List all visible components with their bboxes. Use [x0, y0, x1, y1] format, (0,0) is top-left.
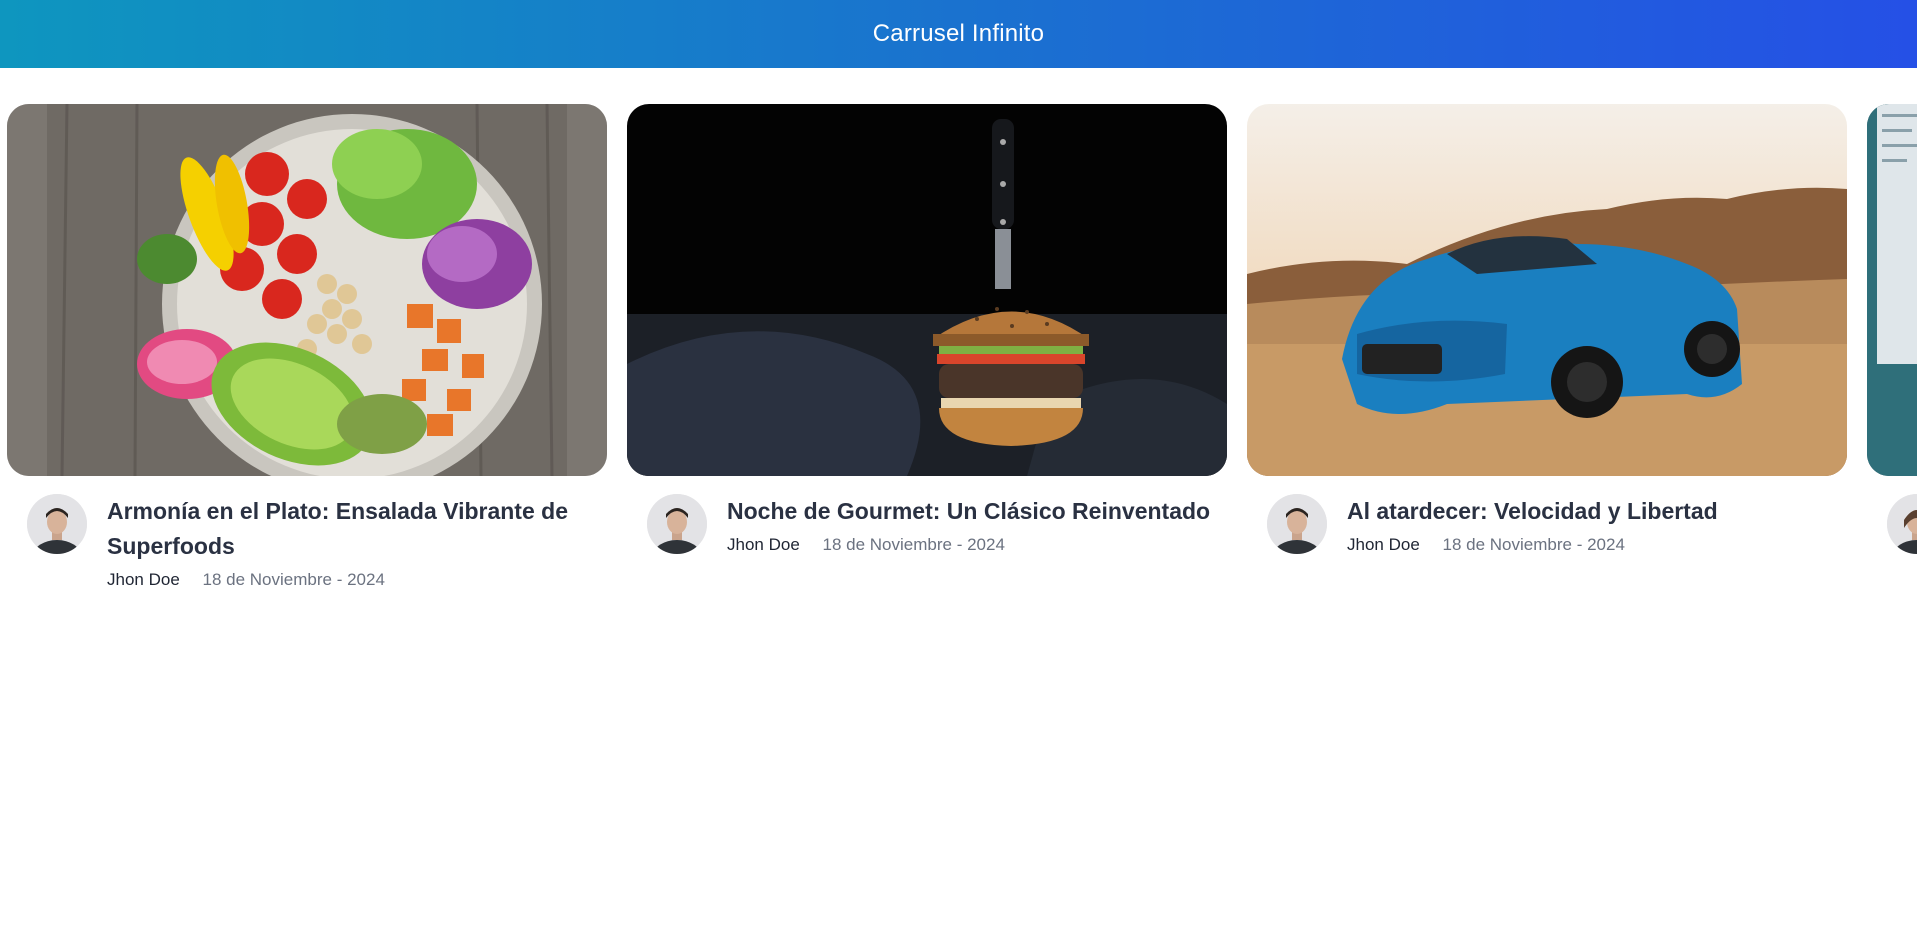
card-author: Jhon Doe — [1347, 535, 1420, 554]
card-title[interactable]: Armonía en el Plato: Ensalada Vibrante d… — [107, 494, 597, 564]
card-date: 18 de Noviembre - 2024 — [822, 535, 1005, 554]
author-avatar — [647, 494, 707, 554]
card-image-burger[interactable] — [627, 104, 1227, 476]
card-author: Jhon Doe — [107, 570, 180, 589]
carousel-track[interactable]: Armonía en el Plato: Ensalada Vibrante d… — [7, 104, 1917, 624]
card-meta: Armonía en el Plato: Ensalada Vibrante d… — [7, 494, 607, 590]
header-bar: Carrusel Infinito — [0, 0, 1917, 68]
author-avatar — [1267, 494, 1327, 554]
author-avatar — [27, 494, 87, 554]
carousel-card[interactable]: Armonía en el Plato: Ensalada Vibrante d… — [7, 104, 607, 590]
card-title[interactable]: Al atardecer: Velocidad y Libertad — [1347, 494, 1837, 529]
carousel-card[interactable]: Al atardecer: Velocidad y Libertad Jhon … — [1247, 104, 1847, 555]
card-meta: Noche de Gourmet: Un Clásico Reinventado… — [627, 494, 1227, 555]
card-author: Jhon Doe — [727, 535, 800, 554]
card-title[interactable]: Noche de Gourmet: Un Clásico Reinventado — [727, 494, 1217, 529]
card-image-laptop[interactable] — [1867, 104, 1917, 476]
author-avatar — [1887, 494, 1917, 554]
card-image-car[interactable] — [1247, 104, 1847, 476]
card-image-salad[interactable] — [7, 104, 607, 476]
carousel-card[interactable] — [1867, 104, 1917, 554]
card-date: 18 de Noviembre - 2024 — [1442, 535, 1625, 554]
page-title: Carrusel Infinito — [872, 20, 1045, 47]
card-date: 18 de Noviembre - 2024 — [202, 570, 385, 589]
card-meta: Al atardecer: Velocidad y Libertad Jhon … — [1247, 494, 1847, 555]
carousel-card[interactable]: Noche de Gourmet: Un Clásico Reinventado… — [627, 104, 1227, 555]
